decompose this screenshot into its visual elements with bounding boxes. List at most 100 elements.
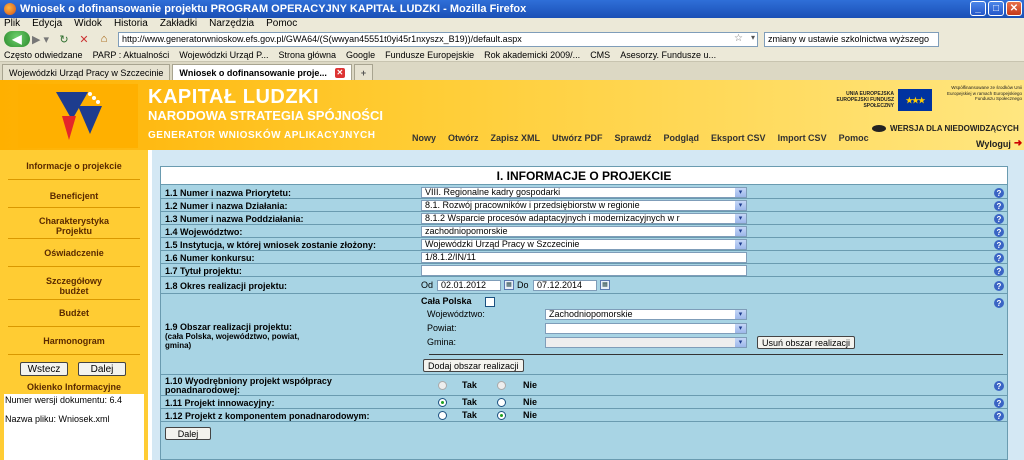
url-bar[interactable]: http://www.generatorwnioskow.efs.gov.pl/… [118,31,758,47]
all-poland-checkbox[interactable] [485,297,495,307]
transnational-component-yes-radio[interactable] [438,411,447,420]
tab-wup-szczecin[interactable]: Wojewódzki Urząd Pracy w Szczecinie [2,64,171,80]
form-next-button[interactable]: Dalej [165,427,211,440]
sidebar-item-project-info[interactable]: Informacje o projekcie [0,161,148,171]
transnational-component-no-radio[interactable] [497,411,506,420]
menu-help[interactable]: Pomoc [266,18,297,30]
bookmark-item[interactable]: Google [346,50,375,60]
nav-save-xml[interactable]: Zapisz XML [491,133,541,143]
next-button[interactable]: Dalej [78,362,126,376]
bookmark-item[interactable]: PARP : Aktualności [93,50,170,60]
help-icon[interactable]: ? [994,398,1004,408]
sidebar-nav-buttons: Wstecz Dalej [20,362,126,376]
logout-link[interactable]: Wyloguj ➜ [976,138,1022,149]
stop-icon[interactable]: ✕ [76,32,92,46]
nav-new[interactable]: Nowy [412,133,436,143]
sidebar-item-detailed-budget[interactable]: Szczegółowy budżet [0,276,148,296]
area-powiat-select[interactable]: ▾ [545,323,747,334]
generator-title: GENERATOR WNIOSKÓW APLIKACYJNYCH [148,130,376,141]
help-icon[interactable]: ? [994,298,1004,308]
menu-history[interactable]: Historia [114,18,148,30]
help-icon[interactable]: ? [994,381,1004,391]
bookmark-item[interactable]: Często odwiedzane [4,50,83,60]
sidebar-item-beneficiary[interactable]: Beneficjent [0,191,148,201]
help-icon[interactable]: ? [994,411,1004,421]
menu-view[interactable]: Widok [74,18,102,30]
back-arrow-icon[interactable]: ◀ [4,31,30,47]
measure-select[interactable]: 8.1. Rozwój pracowników i przedsiębiorst… [421,200,747,211]
bookmark-item[interactable]: Strona główna [279,50,337,60]
nav-create-pdf[interactable]: Utwórz PDF [552,133,603,143]
menu-edit[interactable]: Edycja [32,18,62,30]
sidebar-item-project-characteristics[interactable]: Charakterystyka Projektu [0,216,148,236]
help-icon[interactable]: ? [994,240,1004,250]
bookmark-item[interactable]: Wojewódzki Urząd P... [179,50,268,60]
menu-bookmarks[interactable]: Zakładki [160,18,197,30]
add-area-button[interactable]: Dodaj obszar realizacji [423,359,524,372]
submeasure-select[interactable]: 8.1.2 Wsparcie procesów adaptacyjnych i … [421,213,747,224]
back-button[interactable]: Wstecz [20,362,68,376]
transnational-cooperation-yes-radio[interactable] [438,381,447,390]
home-icon[interactable]: ⌂ [96,32,112,46]
contest-number-label: 1.6 Numer konkursu: [165,253,255,263]
period-from-input[interactable]: 02.01.2012 [437,280,501,291]
reload-icon[interactable]: ↻ [56,32,72,46]
maximize-button[interactable]: □ [988,1,1004,16]
area-gmina-select[interactable]: ▾ [545,337,747,348]
nav-open[interactable]: Otwórz [448,133,479,143]
project-title-input[interactable] [421,265,747,276]
bookmark-item[interactable]: CMS [590,50,610,60]
bookmark-item[interactable]: Fundusze Europejskie [385,50,474,60]
bookmark-item[interactable]: Asesorzy. Fundusze u... [620,50,716,60]
sidebar-item-schedule[interactable]: Harmonogram [0,336,148,346]
period-to-input[interactable]: 07.12.2014 [533,280,597,291]
menu-tools[interactable]: Narzędzia [209,18,254,30]
tab-close-icon[interactable]: ✕ [334,67,345,78]
nav-export-csv[interactable]: Eksport CSV [711,133,766,143]
innovative-yes-radio[interactable] [438,398,447,407]
url-dropdown-icon[interactable]: ▾ [751,33,755,42]
new-tab-button[interactable]: + [353,64,374,80]
search-input[interactable]: zmiany w ustawie szkolnictwa wyższego [764,31,939,47]
nav-preview[interactable]: Podgląd [664,133,700,143]
innovative-no-radio[interactable] [497,398,506,407]
yes-label: Tak [462,380,477,390]
accessible-version-link[interactable]: WERSJA DLA NIEDOWIDZĄCYCH [872,124,1019,133]
nav-help[interactable]: Pomoc [839,133,869,143]
help-icon[interactable]: ? [994,214,1004,224]
sidebar-item-budget[interactable]: Budżet [0,308,148,318]
bookmark-item[interactable]: Rok akademicki 2009/... [484,50,580,60]
remove-area-button[interactable]: Usuń obszar realizacji [757,336,856,349]
nav-toolbar: ◀ ▶ ▾ ↻ ✕ ⌂ http://www.generatorwnioskow… [0,30,1024,48]
chevron-down-icon: ▾ [735,201,746,210]
menu-file[interactable]: Plik [4,18,20,30]
kapital-ludzki-logo [18,84,138,148]
minimize-button[interactable]: _ [970,1,986,16]
help-icon[interactable]: ? [994,266,1004,276]
tab-wniosek[interactable]: Wniosek o dofinansowanie proje... ✕ [172,64,352,80]
innovative-label: 1.11 Projekt innowacyjny: [165,398,275,408]
yes-label: Tak [462,397,477,407]
forward-arrow-icon[interactable]: ▶ ▾ [32,32,52,46]
nav-check[interactable]: Sprawdź [615,133,652,143]
help-icon[interactable]: ? [994,188,1004,198]
priority-select[interactable]: VIII. Regionalne kadry gospodarki ▾ [421,187,747,198]
area-voivodeship-select[interactable]: Zachodniopomorskie ▾ [545,309,747,320]
help-icon[interactable]: ? [994,201,1004,211]
institution-select[interactable]: Wojewódzki Urząd Pracy w Szczecinie ▾ [421,239,747,250]
voivodeship-select[interactable]: zachodniopomorskie ▾ [421,226,747,237]
help-icon[interactable]: ? [994,253,1004,263]
logout-icon: ➜ [1013,138,1023,149]
help-icon[interactable]: ? [994,281,1004,291]
tab-label: Wojewódzki Urząd Pracy w Szczecinie [9,67,164,78]
transnational-cooperation-no-radio[interactable] [497,381,506,390]
area-voivodeship-value: Zachodniopomorskie [549,309,633,319]
close-button[interactable]: ✕ [1006,1,1022,16]
sidebar-item-declaration[interactable]: Oświadczenie [0,248,148,258]
calendar-icon[interactable]: ▦ [504,280,514,290]
calendar-icon[interactable]: ▦ [600,280,610,290]
bookmark-star-icon[interactable]: ☆ [734,33,743,44]
nav-import-csv[interactable]: Import CSV [778,133,827,143]
contest-number-input[interactable]: 1/8.1.2/IN/11 [421,252,747,263]
help-icon[interactable]: ? [994,227,1004,237]
